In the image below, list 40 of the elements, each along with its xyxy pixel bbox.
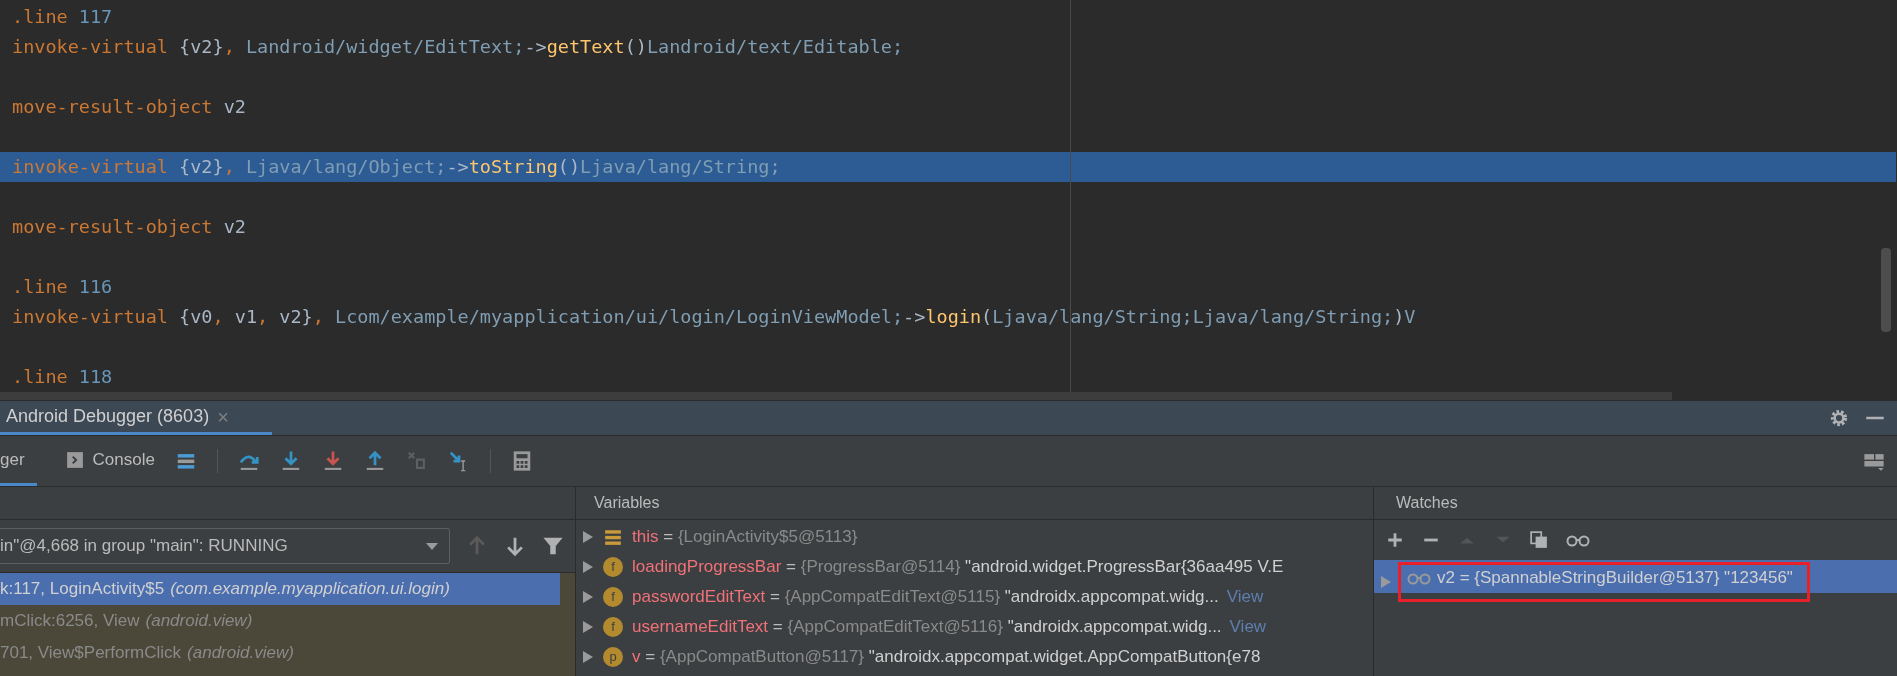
plus-icon[interactable] [1386,531,1404,549]
console-icon [64,450,85,469]
expand-arrow-icon[interactable] [582,560,594,574]
parameter-icon: p [603,647,623,667]
variable-entry[interactable]: loadingProgressBar = {ProgressBar@5114} "android.widget.ProgressBar{36aa495 V.E [632,554,1284,580]
caret-down-icon [425,541,439,551]
field-icon: f [603,617,623,637]
code-line: invoke-virtual {v0, v1, v2}, Lcom/example/myapplication/ui/login/LoginViewModel;->login(Ljava/lang/String;Ljava/lang/String;)V [11,305,1417,330]
field-icon: f [603,557,623,577]
code-line: move-result-object v2 [11,215,247,240]
watch-expression: v2 = {SpannableStringBuilder@5137} "123456" [1398,562,1810,602]
expand-arrow-icon[interactable] [582,650,594,664]
variable-entry[interactable]: v = {AppCompatButton@5117} "androidx.appcompat.widget.AppCompatButton{e78 [632,644,1261,670]
code-line: .line 116 [11,275,114,300]
debugger-subtab[interactable]: Console [56,436,155,486]
scrollbar-thumb[interactable] [1881,248,1891,332]
code-line: .line 117 [11,5,114,30]
horizontal-scrollbar[interactable] [0,392,1672,400]
code-line: move-result-object v2 [11,95,247,120]
code-line: invoke-virtual {v2}, Landroid/widget/EditText;->getText()Landroid/text/Editable; [11,35,905,60]
variable-entry[interactable]: passwordEditText = {AppCompatEditText@5115} "androidx.appcompat.widg... [632,584,1219,610]
filter-icon[interactable] [542,535,564,557]
arrow-down-icon[interactable] [504,535,526,557]
stack-frame-row[interactable]: k:117, LoginActivity$5 (com.example.myapplication.ui.login) [0,573,560,605]
expand-arrow-icon[interactable] [582,620,594,634]
field-icon: f [603,587,623,607]
thread-dropdown[interactable]: in"@4,668 in group "main": RUNNING [0,528,450,564]
expand-arrow-icon[interactable] [582,590,594,604]
panel-title: Variables [594,493,660,513]
variable-entry[interactable]: usernameEditText = {AppCompatEditText@5116} "androidx.appcompat.widg... [632,614,1222,640]
settings-icon[interactable] [1829,408,1849,428]
panel-title: Watches [1396,493,1458,513]
expand-arrow-icon[interactable] [582,530,594,544]
debugger-subtab[interactable]: ger [0,436,37,486]
debugger-tab[interactable]: Android Debugger (8603) × [0,401,272,435]
variable-entry[interactable]: this = {LoginActivity$5@5113} [632,524,858,550]
copy-icon[interactable] [1530,531,1548,549]
stack-icon [604,528,622,546]
watch-row[interactable]: v2 = {SpannableStringBuilder@5137} "123456" [1374,560,1897,604]
code-line: .line 118 [11,365,114,390]
